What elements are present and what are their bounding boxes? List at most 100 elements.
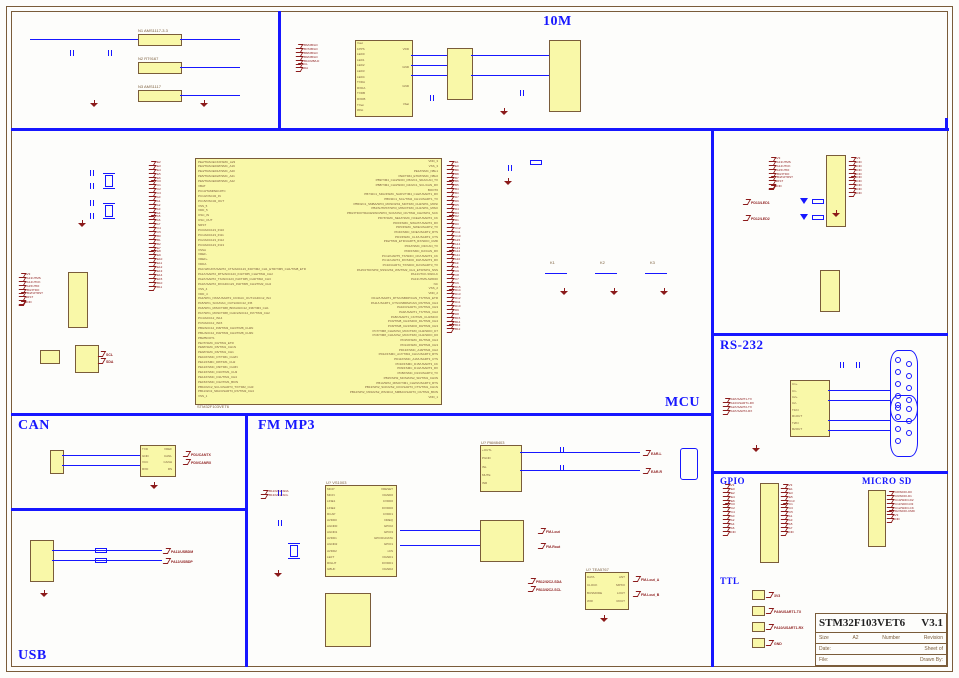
tb-drawn: Drawn By: bbox=[920, 657, 943, 663]
sep-h-usb bbox=[11, 508, 245, 511]
net-ttl0: 3V3 bbox=[768, 591, 780, 598]
k3-w bbox=[645, 273, 667, 274]
pin: PGND bbox=[482, 457, 492, 461]
auto: GND bbox=[888, 518, 915, 522]
reg-1-label: N1 AMS1117-3.3 bbox=[138, 28, 168, 33]
pin: TXen bbox=[357, 104, 365, 108]
auto: DGND2 bbox=[360, 568, 393, 572]
res-usb1 bbox=[95, 548, 107, 553]
pin: C1+ bbox=[792, 383, 802, 387]
auto: RIGHT bbox=[327, 562, 337, 566]
pin: VCC bbox=[142, 461, 149, 465]
title-block: STM32F103VET6 V3.1 Size A2 Number Revisi… bbox=[815, 613, 947, 666]
auto: LINE1 bbox=[327, 500, 337, 504]
vs1003-lbl: U? VS1003 bbox=[326, 480, 346, 485]
auto: GPIO3 bbox=[360, 531, 393, 535]
pin: CLOCK bbox=[587, 584, 602, 588]
reg-3 bbox=[138, 90, 182, 102]
auto: GND bbox=[782, 531, 795, 535]
w-fm1 bbox=[400, 530, 480, 531]
pin: MUTE bbox=[482, 474, 492, 478]
pin: DATA bbox=[587, 576, 602, 580]
vs-nets: PB12/I2C2-SDA PB13/I2C2-SCL bbox=[262, 490, 289, 497]
net-fm-scl: PB13/I2C2-SCL bbox=[530, 585, 561, 592]
sep-corner bbox=[945, 118, 948, 131]
k1-g bbox=[560, 288, 569, 294]
net-ttl3: GND bbox=[768, 639, 782, 646]
vs-pins-r: XRESETDGND0CVDD0IOVDD0CVDD1DREQGPIO2GPIO… bbox=[360, 487, 393, 573]
auto: IOVDD1 bbox=[360, 562, 393, 566]
auto: GPIO2 bbox=[360, 525, 393, 529]
auto: VSS_3 bbox=[255, 165, 438, 169]
pin: ANT bbox=[607, 576, 625, 580]
can-pins-r: VREF CANL CANH RS bbox=[157, 447, 172, 473]
pin: LOUT bbox=[607, 592, 625, 596]
hdr-jtag bbox=[68, 272, 88, 328]
conn-db9-2 bbox=[890, 395, 918, 457]
auto: GND bbox=[724, 531, 736, 535]
cap-x1 bbox=[90, 200, 94, 206]
chip-eeprom bbox=[75, 345, 99, 373]
w-232-3 bbox=[828, 420, 890, 421]
net-earl: EAR-L bbox=[645, 449, 662, 456]
conn-10m-rj bbox=[549, 40, 581, 112]
title-can: CAN bbox=[18, 418, 50, 434]
pin: #Rst bbox=[357, 109, 365, 113]
chip-10m-mag bbox=[447, 48, 473, 100]
auto: AVDD2 bbox=[327, 550, 337, 554]
pin: RXDB bbox=[357, 98, 365, 102]
sep-h-3 bbox=[711, 333, 948, 336]
pin: RS bbox=[157, 468, 172, 472]
pin: LED3 bbox=[357, 70, 365, 74]
led-d3 bbox=[800, 198, 808, 204]
pin: GND bbox=[393, 85, 409, 89]
pam-lbl: U? PAM8403 bbox=[481, 440, 505, 445]
hdr-ttl-1 bbox=[752, 590, 765, 600]
auto: PB12/SPI2_NSS/I2S2_WS/I2C2_SMBA/USART3_C… bbox=[255, 391, 438, 395]
auto: DGND0 bbox=[360, 494, 393, 498]
auto: IOVDD0 bbox=[360, 507, 393, 511]
res-led2 bbox=[812, 215, 824, 220]
auto: DGND1 bbox=[360, 556, 393, 560]
hdr-can bbox=[50, 450, 64, 474]
pin: 1PPS bbox=[357, 48, 365, 52]
mcu-pins-right: VDD_3VSS_3PE1/FSMC_NBL1PE0/TIM4_ETR/FSMC… bbox=[255, 160, 438, 400]
net: PB13/I2C2-SCL bbox=[262, 494, 289, 498]
gnd-232 bbox=[752, 445, 761, 451]
sheet-outer-frame bbox=[6, 6, 953, 672]
cap-pwr-1 bbox=[70, 50, 74, 56]
auto: LEFT bbox=[327, 556, 337, 560]
gnd-10m bbox=[500, 108, 509, 114]
auto: AVDD0 bbox=[327, 519, 337, 523]
auto: PB11 bbox=[150, 286, 162, 290]
auto: AGND0 bbox=[327, 525, 337, 529]
auto: GND bbox=[770, 185, 793, 189]
jtag-nets: 3V3PA13/JTMSPA14/JTCKPA15/JTDIPB3/JTDOPB… bbox=[20, 273, 43, 304]
sep-h-1 bbox=[11, 128, 949, 131]
net-fmlout: FM-Lout bbox=[540, 527, 560, 534]
pin: LED2 bbox=[357, 64, 365, 68]
pin: GND bbox=[142, 455, 149, 459]
sep-h-4 bbox=[711, 471, 948, 474]
tb-date: Date: bbox=[819, 646, 831, 652]
auto: LINE2 bbox=[327, 507, 337, 511]
w10m-5 bbox=[471, 75, 549, 76]
pin: ROUT bbox=[607, 600, 625, 604]
cap-d0 bbox=[508, 165, 512, 171]
w-232-2 bbox=[828, 400, 890, 401]
cap-x3 bbox=[90, 170, 94, 176]
pin: C2- bbox=[792, 402, 802, 406]
pin: RXD bbox=[142, 468, 149, 472]
net-fml-b: FM-Lout_B bbox=[635, 590, 659, 597]
can-pins: TXD GND VCC RXD bbox=[142, 447, 149, 473]
wire-pwr-out2 bbox=[180, 67, 240, 68]
pin: +OUTL bbox=[482, 449, 492, 453]
net-led1: PD13/LED1 bbox=[745, 198, 770, 205]
hdr-usd bbox=[868, 490, 886, 547]
pin: Vout bbox=[357, 42, 365, 46]
w-232-1 bbox=[828, 390, 890, 391]
w-fm2 bbox=[400, 545, 480, 546]
cap-vs2 bbox=[278, 520, 282, 526]
gnd-led bbox=[832, 210, 841, 216]
wire-pwr-out1 bbox=[180, 39, 240, 40]
